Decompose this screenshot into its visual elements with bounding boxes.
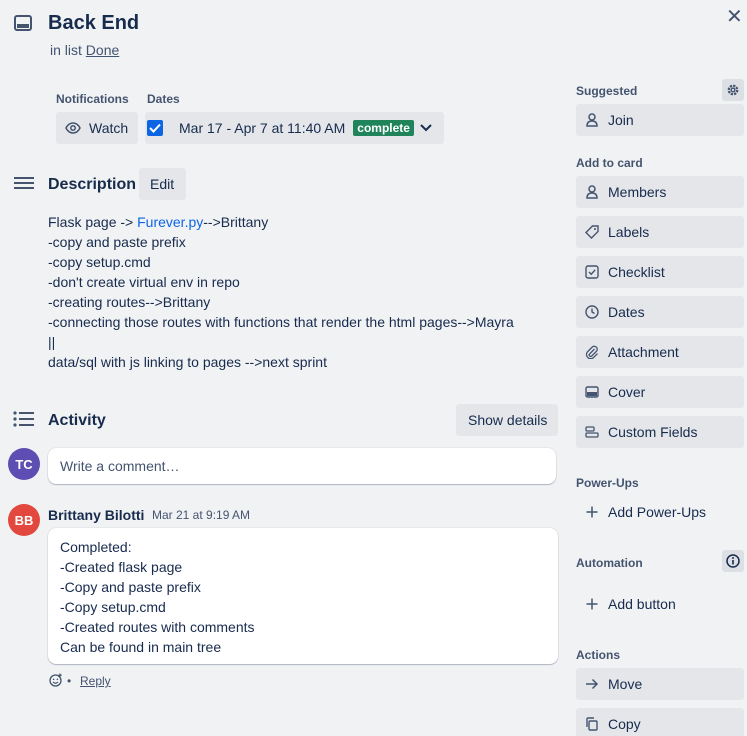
members-label: Members [608, 184, 667, 200]
in-list-prefix: in list [50, 42, 82, 58]
checklist-button[interactable]: Checklist [576, 256, 744, 288]
comment-timestamp[interactable]: Mar 21 at 9:19 AM [152, 508, 250, 522]
join-button[interactable]: Join [576, 104, 744, 136]
cover-icon [585, 385, 599, 399]
description-text: -->Brittany [203, 214, 269, 230]
cover-label: Cover [608, 384, 646, 400]
description-title: Description [48, 176, 137, 193]
custom-fields-icon [585, 425, 599, 439]
notifications-label: Notifications [56, 92, 129, 106]
watch-label: Watch [89, 120, 129, 136]
description-line: || [48, 334, 56, 350]
comment-line: -Copy and paste prefix [60, 579, 201, 595]
activity-title: Activity [48, 412, 106, 429]
comment-line: -Created routes with comments [60, 619, 255, 635]
arrow-right-icon [585, 677, 599, 691]
activity-icon [13, 411, 35, 427]
members-button[interactable]: Members [576, 176, 744, 208]
description-line: -copy and paste prefix [48, 234, 186, 250]
add-power-ups-label: Add Power-Ups [608, 504, 707, 520]
checkbox-icon [585, 265, 599, 279]
move-label: Move [608, 676, 643, 692]
comment-line: Can be found in main tree [60, 639, 222, 655]
copy-button[interactable]: Copy [576, 708, 744, 736]
tag-icon [585, 225, 599, 239]
paperclip-icon [585, 345, 599, 359]
add-button-label: Add button [608, 596, 676, 612]
checklist-label: Checklist [608, 264, 665, 280]
cover-button[interactable]: Cover [576, 376, 744, 408]
avatar[interactable]: TC [8, 448, 40, 480]
add-to-card-label: Add to card [576, 156, 643, 170]
comment-line: -Copy setup.cmd [60, 599, 166, 615]
custom-fields-label: Custom Fields [608, 424, 698, 440]
actions-label: Actions [576, 648, 621, 662]
person-icon [585, 113, 599, 127]
join-label: Join [608, 112, 634, 128]
plus-icon [585, 505, 599, 519]
close-icon[interactable]: ✕ [726, 4, 746, 28]
card-title[interactable]: Back End [48, 12, 139, 35]
comment-input[interactable]: Write a comment… [48, 448, 556, 484]
description-line: -creating routes-->Brittany [48, 294, 211, 310]
description-line: data/sql with js linking to pages -->nex… [48, 354, 327, 370]
clock-icon [585, 305, 599, 319]
info-icon[interactable] [722, 550, 744, 572]
date-range: Mar 17 - Apr 7 at 11:40 AM [179, 120, 346, 136]
show-details-button[interactable]: Show details [456, 404, 558, 436]
description-icon [14, 176, 34, 192]
comment-author[interactable]: Brittany Bilotti [48, 507, 144, 523]
custom-fields-button[interactable]: Custom Fields [576, 416, 744, 448]
gear-icon[interactable] [722, 79, 744, 101]
checkmark-icon [149, 123, 161, 133]
card-icon [14, 15, 32, 31]
dates-sidebar-label: Dates [608, 304, 645, 320]
status-badge: complete [353, 120, 414, 136]
add-reaction-icon[interactable] [49, 673, 63, 687]
description-line: -connecting those routes with functions … [48, 314, 514, 330]
suggested-label: Suggested [576, 84, 638, 98]
comment-body: Completed: -Created flask page -Copy and… [48, 528, 558, 664]
description-body[interactable]: Flask page -> Furever.py-->Brittany -cop… [48, 212, 514, 372]
dates-sidebar-button[interactable]: Dates [576, 296, 744, 328]
reply-link[interactable]: Reply [80, 674, 111, 688]
watch-button[interactable]: Watch [56, 112, 138, 144]
labels-label: Labels [608, 224, 650, 240]
description-line: -copy setup.cmd [48, 254, 151, 270]
attachment-label: Attachment [608, 344, 679, 360]
comment-line: Completed: [60, 539, 132, 555]
description-line: -don't create virtual env in repo [48, 274, 240, 290]
move-button[interactable]: Move [576, 668, 744, 700]
add-power-ups-button[interactable]: Add Power-Ups [576, 496, 744, 528]
add-automation-button[interactable]: Add button [576, 588, 744, 620]
furever-link[interactable]: Furever.py [137, 214, 203, 230]
due-date-checkbox[interactable] [147, 120, 163, 136]
dates-button[interactable]: Mar 17 - Apr 7 at 11:40 AM complete [145, 112, 444, 144]
list-link[interactable]: Done [86, 42, 119, 58]
labels-button[interactable]: Labels [576, 216, 744, 248]
attachment-button[interactable]: Attachment [576, 336, 744, 368]
dates-label: Dates [147, 92, 180, 106]
separator-dot: • [67, 674, 72, 688]
copy-icon [585, 717, 599, 731]
plus-icon [585, 597, 599, 611]
automation-label: Automation [576, 556, 643, 570]
person-icon [585, 185, 599, 199]
comment-line: -Created flask page [60, 559, 183, 575]
power-ups-label: Power-Ups [576, 476, 639, 490]
edit-description-button[interactable]: Edit [139, 168, 186, 200]
eye-icon [65, 122, 81, 134]
description-line: Flask page -> Furever.py-->Brittany [48, 212, 514, 232]
copy-label: Copy [608, 716, 641, 732]
description-text: Flask page -> [48, 214, 138, 230]
avatar[interactable]: BB [8, 504, 40, 536]
chevron-down-icon [420, 124, 432, 132]
list-breadcrumb: in list Done [50, 42, 119, 58]
